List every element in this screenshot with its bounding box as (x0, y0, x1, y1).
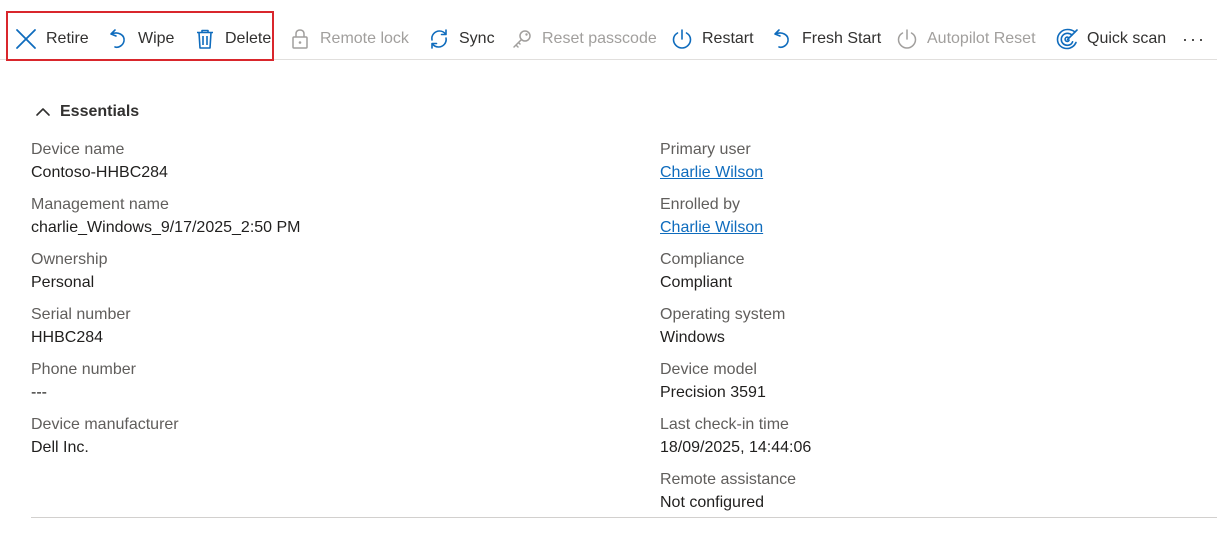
power-icon (895, 27, 919, 51)
reset-passcode-button[interactable]: Reset passcode (510, 22, 657, 56)
field-label: Management name (31, 196, 169, 213)
field-primary-user: Primary user Charlie Wilson (660, 140, 1217, 185)
field-last-check-in-time: Last check-in time 18/09/2025, 14:44:06 (660, 415, 1217, 460)
field-label: Operating system (660, 306, 786, 323)
field-label: Primary user (660, 141, 751, 158)
delete-label: Delete (225, 30, 272, 47)
restart-button[interactable]: Restart (670, 22, 754, 56)
autopilot-reset-button[interactable]: Autopilot Reset (895, 22, 1036, 56)
section-divider (31, 517, 1217, 518)
remote-lock-button[interactable]: Remote lock (288, 22, 409, 56)
field-device-model: Device model Precision 3591 (660, 360, 1217, 405)
field-label: Ownership (31, 251, 108, 268)
field-compliance: Compliance Compliant (660, 250, 1217, 295)
trash-icon (193, 27, 217, 51)
key-icon (510, 27, 534, 51)
field-device-manufacturer: Device manufacturer Dell Inc. (31, 415, 591, 460)
field-label: Remote assistance (660, 471, 797, 488)
field-phone-number: Phone number --- (31, 360, 591, 405)
field-ownership: Ownership Personal (31, 250, 591, 295)
field-value: Contoso-HHBC284 (31, 164, 168, 181)
field-label: Serial number (31, 306, 131, 323)
field-enrolled-by: Enrolled by Charlie Wilson (660, 195, 1217, 240)
field-value: 18/09/2025, 14:44:06 (660, 439, 812, 456)
radar-scan-icon (1055, 27, 1079, 51)
sync-button[interactable]: Sync (427, 22, 495, 56)
retire-button[interactable]: Retire (14, 22, 89, 56)
field-value: Dell Inc. (31, 439, 89, 456)
autopilot-reset-label: Autopilot Reset (927, 30, 1036, 47)
more-icon: ··· (1182, 28, 1206, 49)
field-label: Last check-in time (660, 416, 789, 433)
wipe-label: Wipe (138, 30, 175, 47)
field-label: Phone number (31, 361, 136, 378)
chevron-up-icon (34, 103, 52, 121)
field-label: Device model (660, 361, 757, 378)
close-x-icon (14, 27, 38, 51)
sync-label: Sync (459, 30, 495, 47)
undo-icon (770, 27, 794, 51)
essentials-toggle[interactable]: Essentials (34, 100, 139, 124)
remote-lock-label: Remote lock (320, 30, 409, 47)
field-label: Compliance (660, 251, 745, 268)
power-icon (670, 27, 694, 51)
field-management-name: Management name charlie_Windows_9/17/202… (31, 195, 591, 240)
quick-scan-label: Quick scan (1087, 30, 1167, 47)
wipe-button[interactable]: Wipe (106, 22, 174, 56)
quick-scan-button[interactable]: Quick scan (1055, 22, 1166, 56)
delete-button[interactable]: Delete (193, 22, 271, 56)
field-operating-system: Operating system Windows (660, 305, 1217, 350)
primary-user-link[interactable]: Charlie Wilson (660, 163, 1217, 185)
restart-label: Restart (702, 30, 754, 47)
enrolled-by-link[interactable]: Charlie Wilson (660, 218, 1217, 240)
field-value: --- (31, 384, 47, 401)
field-label: Device manufacturer (31, 416, 179, 433)
fresh-start-label: Fresh Start (802, 30, 882, 47)
undo-icon (106, 27, 130, 51)
field-value: Not configured (660, 494, 765, 511)
field-value: Compliant (660, 274, 733, 291)
field-value: HHBC284 (31, 329, 104, 346)
field-remote-assistance: Remote assistance Not configured (660, 470, 1217, 515)
command-bar: Retire Wipe Delete Remote lock Sync Rese… (0, 0, 1217, 61)
field-label: Enrolled by (660, 196, 741, 213)
field-value: Windows (660, 329, 725, 346)
essentials-title: Essentials (60, 103, 140, 120)
field-value: Personal (31, 274, 95, 291)
field-label: Device name (31, 141, 125, 158)
more-actions-button[interactable]: ··· (1180, 22, 1208, 56)
lock-icon (288, 27, 312, 51)
sync-icon (427, 27, 451, 51)
field-value: charlie_Windows_9/17/2025_2:50 PM (31, 219, 301, 236)
field-serial-number: Serial number HHBC284 (31, 305, 591, 350)
field-device-name: Device name Contoso-HHBC284 (31, 140, 591, 185)
field-value: Precision 3591 (660, 384, 766, 401)
reset-passcode-label: Reset passcode (542, 30, 657, 47)
retire-label: Retire (46, 30, 89, 47)
fresh-start-button[interactable]: Fresh Start (770, 22, 881, 56)
